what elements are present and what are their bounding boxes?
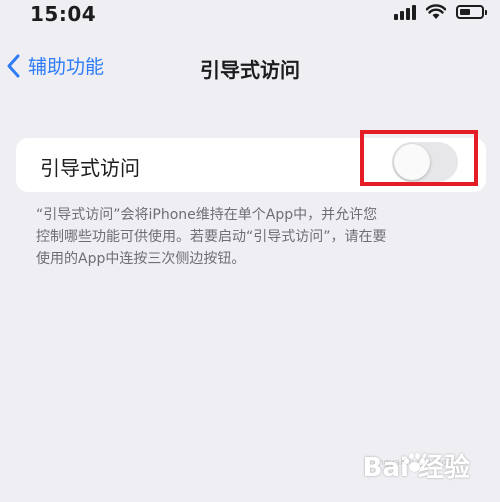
status-icons — [394, 4, 487, 20]
baidu-watermark: Bai 经验 — [363, 447, 470, 484]
highlight-annotation-box — [360, 130, 478, 186]
guided-access-label: 引导式访问 — [40, 156, 140, 180]
cellular-signal-icon — [394, 4, 416, 20]
status-bar: 15:04 — [0, 0, 500, 34]
description-line: “引导式访问”会将iPhone维持在单个App中，并允许您 — [36, 207, 378, 223]
page-title: 引导式访问 — [200, 58, 300, 82]
paw-icon — [403, 452, 425, 474]
description-line: 控制哪些功能可供使用。若要启动“引导式访问”，请在要 — [36, 229, 387, 245]
guided-access-description: “引导式访问”会将iPhone维持在单个App中，并允许您 控制哪些功能可供使用… — [36, 204, 476, 270]
wifi-icon — [426, 4, 446, 19]
description-line: 使用的App中连按三次侧边按钮。 — [36, 251, 246, 267]
battery-icon — [456, 5, 487, 19]
status-time: 15:04 — [30, 2, 97, 26]
navigation-bar: 辅助功能 引导式访问 — [0, 48, 500, 88]
